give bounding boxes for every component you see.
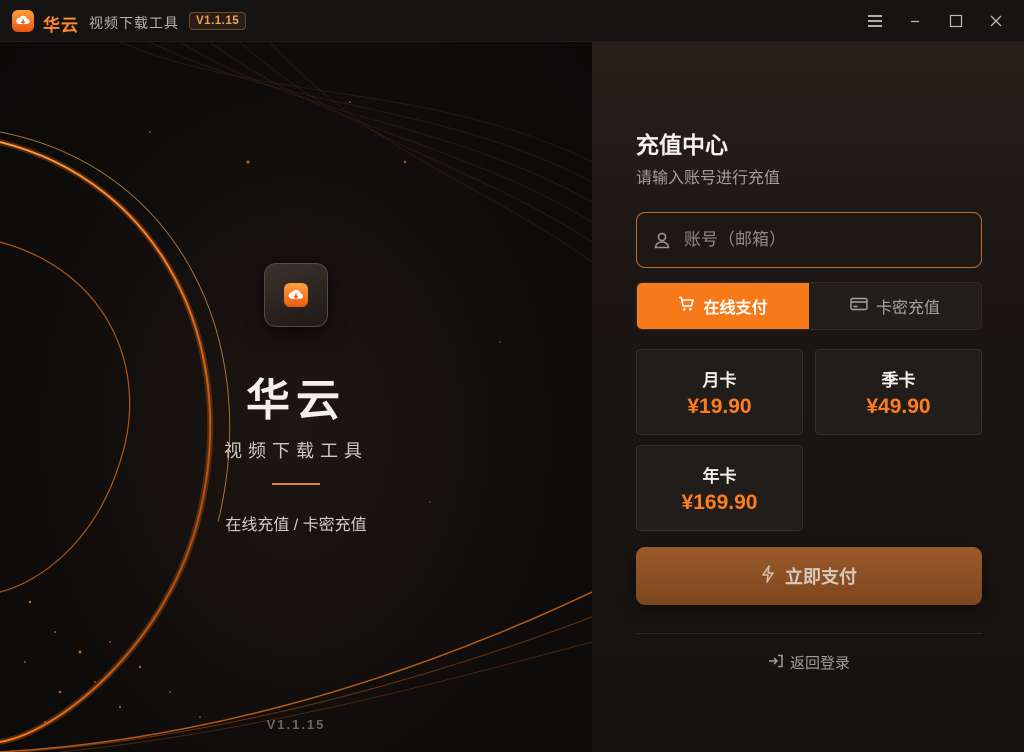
brand-name: 华云: [246, 376, 346, 425]
lightning-icon: [761, 564, 775, 588]
plan-price: ¥169.90: [681, 491, 758, 514]
tab-card-recharge[interactable]: 卡密充值: [809, 283, 981, 329]
plan-quarterly[interactable]: 季卡 ¥49.90: [815, 349, 982, 435]
brand-tagline: 视频下载工具: [224, 441, 368, 461]
tab-label: 在线支付: [703, 300, 768, 317]
minimize-icon[interactable]: [903, 9, 927, 33]
recharge-panel: 充值中心 请输入账号进行充值 在线支付 卡密充值 月卡 ¥19.90 季卡 ¥4…: [592, 42, 1024, 752]
plan-price: ¥49.90: [866, 395, 931, 418]
plan-yearly[interactable]: 年卡 ¥169.90: [636, 445, 803, 531]
page-title: 充值中心: [636, 132, 728, 158]
version-text: V1.1.15: [266, 717, 326, 732]
payment-tabs: 在线支付 卡密充值: [636, 282, 982, 330]
title-bar: 华云 视频下载工具 V1.1.15: [0, 0, 1024, 42]
menu-icon[interactable]: [863, 9, 887, 33]
card-icon: [850, 297, 868, 316]
tab-online-payment[interactable]: 在线支付: [637, 283, 809, 329]
app-name: 华云: [43, 16, 79, 35]
recharge-modes-text: 在线充值 / 卡密充值: [225, 517, 367, 534]
account-field[interactable]: [636, 212, 982, 268]
user-icon: [653, 231, 671, 254]
cloud-download-icon: [284, 283, 308, 307]
login-icon: [768, 654, 784, 672]
close-icon[interactable]: [984, 9, 1008, 33]
app-subtitle: 视频下载工具: [89, 15, 179, 31]
page-subtitle: 请输入账号进行充值: [636, 170, 781, 187]
app-logo-icon: [12, 10, 34, 32]
back-to-login-link[interactable]: 返回登录: [636, 652, 982, 673]
brand-logo: [264, 263, 328, 327]
plan-name: 季卡: [881, 371, 916, 390]
version-badge: V1.1.15: [189, 12, 247, 30]
hero-panel: 华云 视频下载工具 在线充值 / 卡密充值 V1.1.15: [0, 42, 592, 752]
plan-name: 年卡: [702, 467, 737, 486]
back-to-login-label: 返回登录: [789, 655, 850, 672]
cart-icon: [678, 296, 695, 317]
maximize-icon[interactable]: [944, 9, 968, 33]
plan-price: ¥19.90: [687, 395, 752, 418]
tab-label: 卡密充值: [875, 300, 940, 317]
plan-monthly[interactable]: 月卡 ¥19.90: [636, 349, 803, 435]
account-input[interactable]: [684, 213, 974, 267]
separator: [636, 633, 982, 634]
pay-now-label: 立即支付: [785, 567, 857, 587]
divider: [272, 483, 320, 485]
pay-now-button[interactable]: 立即支付: [636, 547, 982, 605]
plan-name: 月卡: [702, 371, 737, 390]
